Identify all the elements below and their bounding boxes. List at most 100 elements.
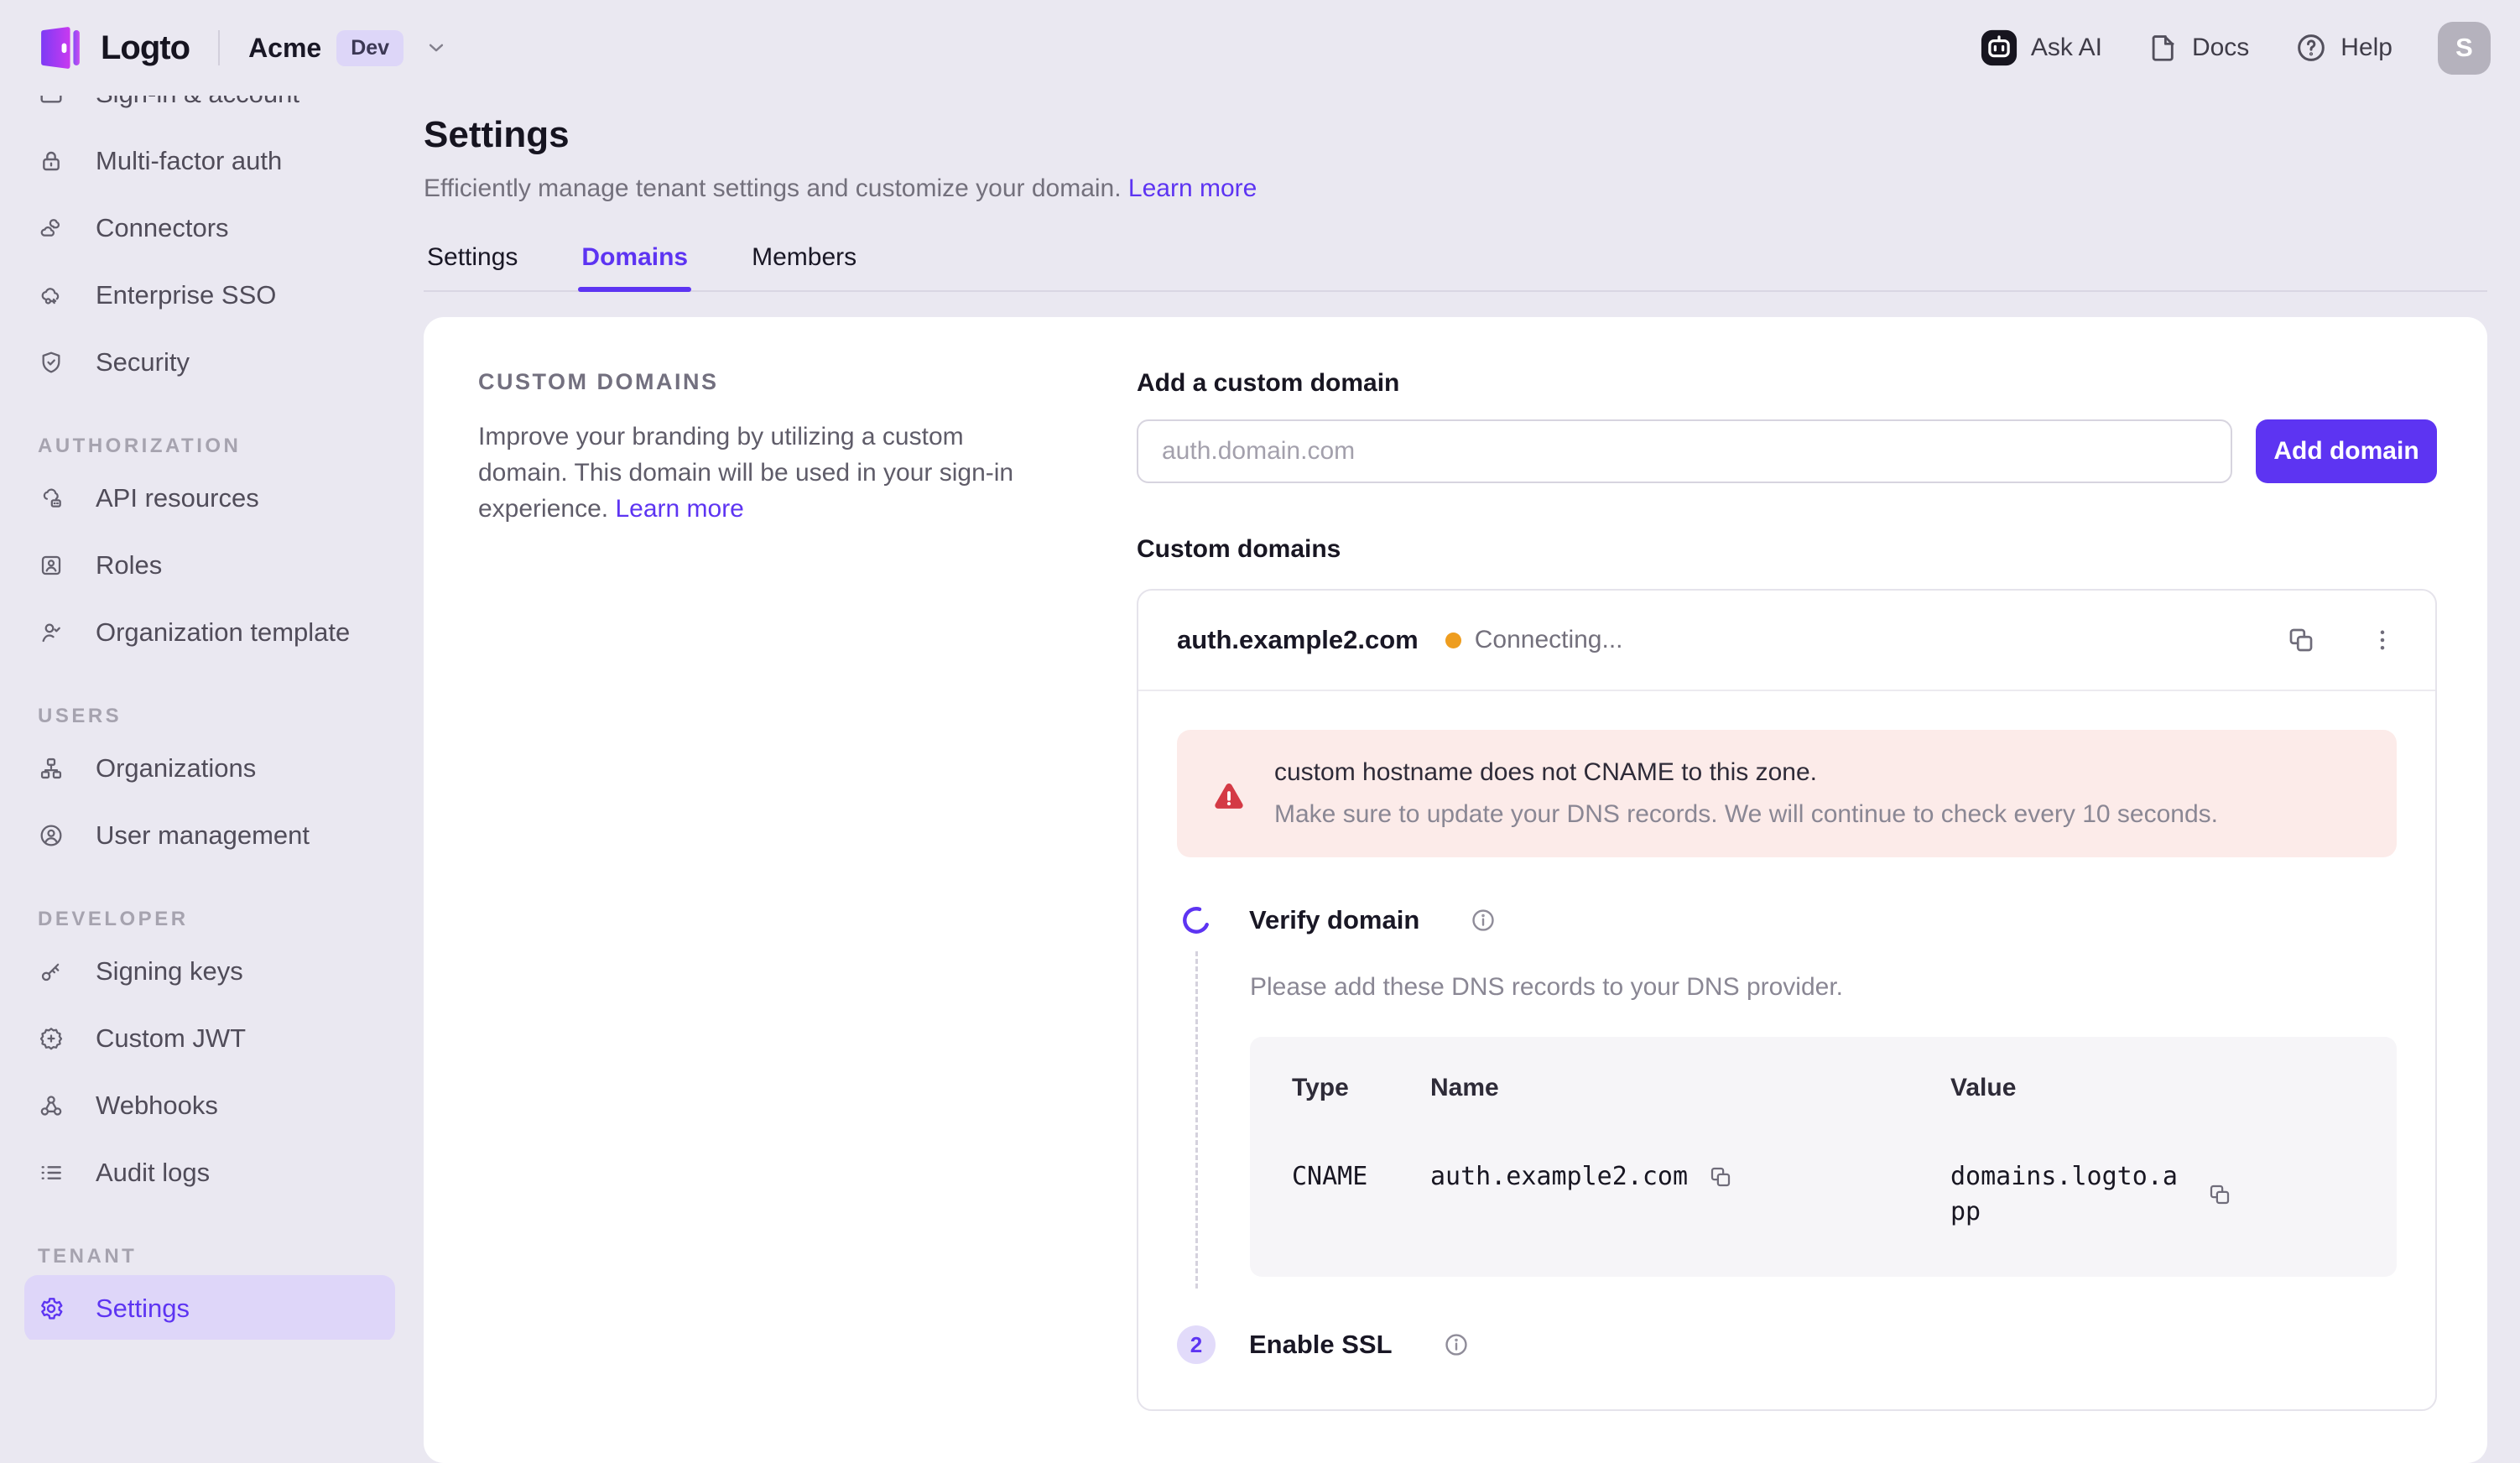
sidebar-section-users: USERS [24,698,395,735]
sidebar-item-api-resources[interactable]: API resources [24,465,395,532]
sidebar-item-user-management[interactable]: User management [24,802,395,869]
sidebar-item-label: Sign-in & account [96,96,299,109]
status-dot [1445,633,1461,648]
sidebar-section-authorization: AUTHORIZATION [24,428,395,465]
topbar-divider [218,30,220,65]
tab-settings[interactable]: Settings [424,243,521,290]
dns-cell-value: domains.logto.app [1950,1159,2355,1230]
logto-brand[interactable]: Logto [35,23,190,72]
brand-name: Logto [101,29,190,67]
sidebar-section-tenant: TENANT [24,1238,395,1275]
page-title: Settings [424,114,2487,156]
dns-cell-type: CNAME [1292,1159,1430,1195]
sidebar-item-label: Custom JWT [96,1023,246,1054]
user-avatar[interactable]: S [2438,22,2491,75]
docs-label: Docs [2192,34,2249,62]
sidebar-item-signing-keys[interactable]: Signing keys [24,938,395,1005]
custom-domains-description-text: Improve your branding by utilizing a cus… [478,423,1013,523]
tab-bar: Settings Domains Members [424,243,2487,292]
dns-header-type: Type [1292,1074,1430,1102]
domain-menu-button[interactable] [2368,626,2397,654]
add-domain-label: Add a custom domain [1137,369,2437,398]
sidebar-item-connectors[interactable]: Connectors [24,195,395,262]
copy-domain-button[interactable] [2286,625,2316,655]
dns-records-table: Type Name Value CNAME auth.example2.com [1250,1037,2397,1277]
org-chart-icon [38,755,65,782]
alert-title: custom hostname does not CNAME to this z… [1274,758,2218,787]
subtitle-learn-more-link[interactable]: Learn more [1128,174,1257,202]
tenant-selector[interactable]: Acme Dev [248,30,449,66]
sidebar-item-label: API resources [96,483,259,513]
sidebar-item-sign-in-account[interactable]: Sign-in & account [24,96,395,128]
sidebar-item-security[interactable]: Security [24,329,395,396]
description-learn-more-link[interactable]: Learn more [615,495,743,523]
sidebar-item-label: Connectors [96,213,229,243]
ask-ai-button[interactable]: Ask AI [1980,29,2102,67]
sidebar-item-webhooks[interactable]: Webhooks [24,1072,395,1139]
copy-name-button[interactable] [1708,1164,1733,1190]
dns-name-value: auth.example2.com [1430,1159,1688,1195]
sidebar-item-label: Signing keys [96,956,243,987]
status-text: Connecting... [1475,626,1623,654]
enable-ssl-title: Enable SSL [1249,1330,1393,1360]
seal-plus-icon [38,1025,65,1052]
sidebar-item-label: User management [96,820,310,851]
verify-domain-title: Verify domain [1249,905,1419,935]
domain-name: auth.example2.com [1177,625,1419,655]
alert-subtitle: Make sure to update your DNS records. We… [1274,800,2218,829]
sidebar-item-organizations[interactable]: Organizations [24,735,395,802]
key-icon [38,958,65,985]
ask-ai-label: Ask AI [2031,34,2102,62]
sidebar-item-mfa[interactable]: Multi-factor auth [24,128,395,195]
sidebar-item-label: Settings [96,1294,190,1324]
shield-check-icon [38,349,65,376]
docs-button[interactable]: Docs [2148,32,2249,64]
sidebar-item-label: Multi-factor auth [96,146,282,176]
help-label: Help [2340,34,2392,62]
tab-domains[interactable]: Domains [578,243,691,290]
clouds-icon [38,215,65,242]
sidebar-item-settings[interactable]: Settings [24,1275,395,1340]
help-icon [2294,31,2328,65]
sidebar-item-enterprise-sso[interactable]: Enterprise SSO [24,262,395,329]
dns-hint: Please add these DNS records to your DNS… [1250,973,2397,1002]
dns-header-value: Value [1950,1074,2355,1102]
lock-icon [38,148,65,174]
browser-window-icon [38,96,65,107]
page-subtitle-text: Efficiently manage tenant settings and c… [424,174,1122,202]
sidebar-item-label: Organization template [96,617,350,648]
custom-domains-list-label: Custom domains [1137,535,2437,564]
sidebar-item-label: Audit logs [96,1158,210,1188]
sidebar-item-organization-template[interactable]: Organization template [24,599,395,666]
domain-card: auth.example2.com Connecting... [1137,589,2437,1411]
sidebar-item-audit-logs[interactable]: Audit logs [24,1139,395,1206]
verify-domain-step: Verify domain [1177,901,2397,940]
custom-domains-section-title: CUSTOM DOMAINS [478,369,1028,395]
domain-input[interactable] [1137,419,2232,483]
chevron-down-icon [424,35,449,60]
add-domain-button[interactable]: Add domain [2256,419,2437,483]
sidebar-item-label: Roles [96,550,162,581]
custom-domains-card: CUSTOM DOMAINS Improve your branding by … [424,317,2487,1463]
person-check-icon [38,619,65,646]
help-button[interactable]: Help [2294,31,2392,65]
tenant-env-badge: Dev [336,30,404,66]
info-icon[interactable] [1443,1331,1470,1358]
sidebar-item-label: Enterprise SSO [96,280,276,310]
main-content: Settings Efficiently manage tenant setti… [419,96,2520,1340]
ask-ai-icon [1980,29,2018,67]
copy-value-button[interactable] [2207,1182,2232,1207]
sidebar-item-custom-jwt[interactable]: Custom JWT [24,1005,395,1072]
sidebar-item-roles[interactable]: Roles [24,532,395,599]
tab-members[interactable]: Members [748,243,860,290]
topbar: Logto Acme Dev Ask AI [0,0,2520,96]
info-icon[interactable] [1470,907,1497,934]
sidebar-item-label: Security [96,347,190,377]
warning-triangle-icon [1211,778,1247,829]
user-circle-icon [38,822,65,849]
verify-domain-content: Please add these DNS records to your DNS… [1195,951,2397,1289]
step-2-badge: 2 [1177,1325,1216,1364]
tenant-name: Acme [248,33,321,64]
cloud-server-icon [38,485,65,512]
dns-header-name: Name [1430,1074,1950,1102]
